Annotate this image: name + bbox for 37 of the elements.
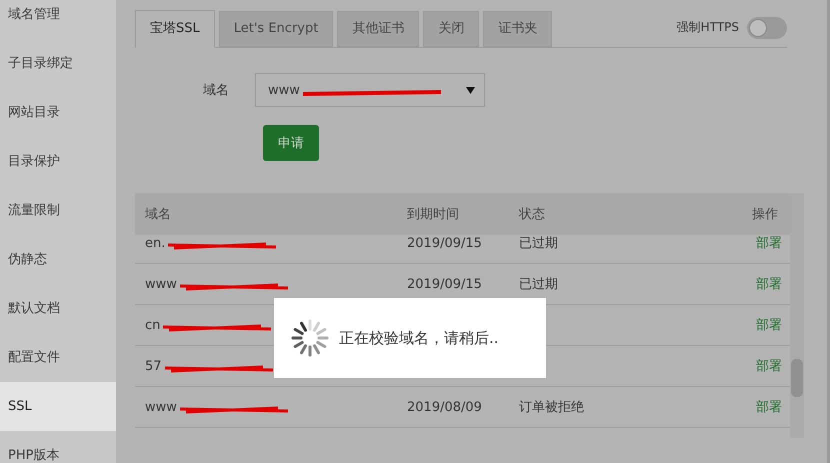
sidebar-item[interactable]: 配置文件 [0,333,116,382]
column-header: 到期时间 [407,206,460,223]
table-cell-text: 2019/09/15 [407,276,483,292]
scrollbar[interactable] [790,193,804,438]
sidebar-item[interactable]: PHP版本 [0,431,116,463]
sidebar-item[interactable]: 默认文档 [0,284,116,333]
sidebar-item[interactable]: 目录保护 [0,137,116,186]
force-https-label: 强制HTTPS [676,19,739,36]
table-cell: www [135,276,407,292]
loading-message: 正在校验域名，请稍后.. [339,328,499,348]
apply-button[interactable]: 申请 [263,125,319,161]
tab[interactable]: 证书夹 [483,11,552,47]
table-cell: www [135,400,407,414]
table-cell-text: 已过期 [519,235,559,252]
sidebar-item[interactable]: 域名管理 [0,0,116,39]
spinner-icon [291,319,329,357]
table-cell-text: 已过期 [519,276,559,293]
table-cell-text: 2019/09/15 [407,236,483,250]
table-cell: en. [135,236,407,250]
sidebar-item[interactable]: 伪静态 [0,235,116,284]
toggle-switch[interactable] [747,16,787,38]
sidebar-item[interactable]: 子目录绑定 [0,39,116,88]
domain-select[interactable]: www [255,73,485,107]
field-label: 域名 [203,82,230,99]
column-header: 操作 [751,206,779,223]
sidebar-item[interactable]: 网站目录 [0,88,116,137]
tab[interactable]: 其他证书 [337,11,420,47]
sidebar-item[interactable]: SSL [0,382,116,431]
table-cell-text: 订单被拒绝 [519,399,585,416]
caret-icon [466,86,475,94]
tab[interactable]: 宝塔SSL [135,10,215,48]
tab[interactable]: 关闭 [423,11,480,47]
column-header: 状态 [519,206,546,223]
column-header: 域名 [144,206,172,223]
sidebar-item[interactable]: 流量限制 [0,186,116,235]
table-cell-text: 2019/08/09 [407,400,483,414]
tab[interactable]: Let's Encrypt [218,11,334,47]
